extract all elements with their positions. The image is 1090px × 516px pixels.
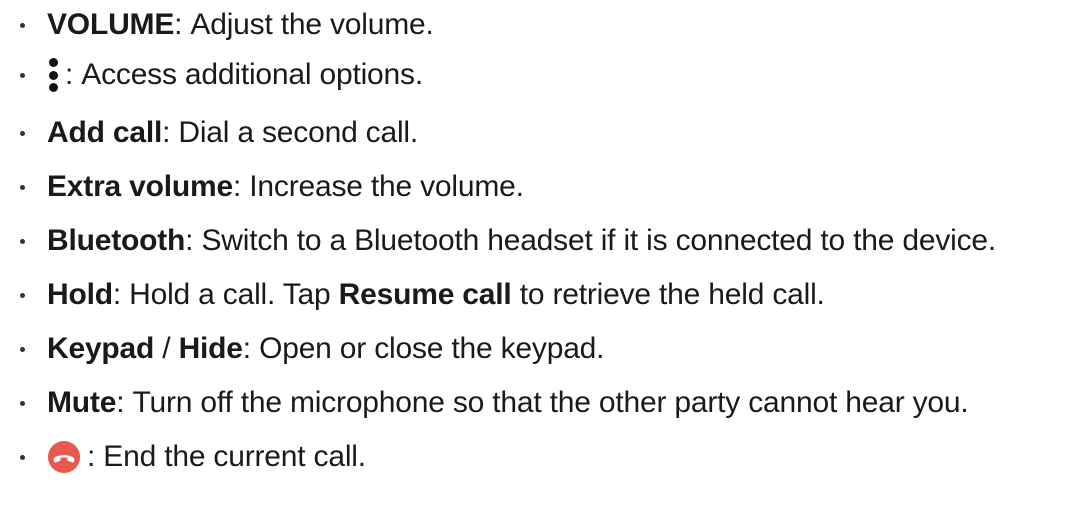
list-item-bluetooth: Bluetooth: Switch to a Bluetooth headset… — [0, 216, 996, 266]
term-label-hide: Hide — [178, 332, 243, 365]
list-item-volume: VOLUME: Adjust the volume. — [0, 0, 434, 50]
term-label: VOLUME — [47, 8, 175, 41]
term-label: Add call — [47, 116, 163, 149]
separator: : — [87, 440, 104, 473]
item-content: Mute: Turn off the microphone so that th… — [47, 386, 969, 420]
separator: : — [162, 116, 179, 149]
term-label: Mute — [47, 386, 117, 419]
description: Adjust the volume. — [190, 8, 434, 41]
description: Hold a call. Tap — [129, 278, 339, 311]
list-item-end-call: : End the current call. — [0, 432, 366, 482]
bullet — [20, 346, 25, 352]
separator: : — [242, 332, 260, 365]
description-continued: to retrieve the held call. — [511, 278, 825, 311]
description: Turn off the microphone so that the othe… — [132, 386, 969, 419]
description: Increase the volume. — [249, 170, 524, 203]
separator: : — [65, 58, 82, 91]
term-label-resume-call: Resume call — [338, 278, 512, 311]
bullet — [20, 22, 25, 28]
term-label: Bluetooth — [47, 224, 186, 257]
term-label: Hold — [47, 278, 113, 311]
description: End the current call. — [103, 440, 366, 473]
list-item-mute: Mute: Turn off the microphone so that th… — [0, 378, 969, 428]
description: Dial a second call. — [178, 116, 419, 149]
item-content: : End the current call. — [47, 440, 366, 474]
end-call-icon — [47, 440, 81, 474]
bullet — [20, 184, 25, 190]
list-item-extra-volume: Extra volume: Increase the volume. — [0, 162, 524, 212]
item-content: : Access additional options. — [47, 58, 423, 92]
bullet — [20, 72, 25, 78]
item-content: Keypad / Hide: Open or close the keypad. — [47, 332, 604, 366]
bullet — [20, 130, 25, 136]
call-options-list: VOLUME: Adjust the volume. : Access addi… — [0, 0, 1090, 516]
description: Open or close the keypad. — [259, 332, 605, 365]
term-label-keypad: Keypad — [47, 332, 155, 365]
list-item-more-options: : Access additional options. — [0, 50, 423, 100]
bullet — [20, 292, 25, 298]
separator: : — [112, 278, 130, 311]
more-options-icon — [47, 58, 59, 92]
slash-separator: / — [154, 332, 179, 365]
term-label: Extra volume — [47, 170, 234, 203]
separator: : — [174, 8, 191, 41]
description: Access additional options. — [81, 58, 423, 91]
separator: : — [185, 224, 202, 257]
bullet — [20, 454, 25, 460]
item-content: Hold: Hold a call. Tap Resume call to re… — [47, 278, 825, 312]
bullet — [20, 400, 25, 406]
list-item-hold: Hold: Hold a call. Tap Resume call to re… — [0, 270, 825, 320]
item-content: Extra volume: Increase the volume. — [47, 170, 524, 204]
description: Switch to a Bluetooth headset if it is c… — [201, 224, 997, 257]
separator: : — [116, 386, 133, 419]
list-item-keypad-hide: Keypad / Hide: Open or close the keypad. — [0, 324, 604, 374]
item-content: Bluetooth: Switch to a Bluetooth headset… — [47, 224, 996, 258]
list-item-add-call: Add call: Dial a second call. — [0, 108, 418, 158]
bullet — [20, 238, 25, 244]
item-content: VOLUME: Adjust the volume. — [47, 8, 434, 42]
item-content: Add call: Dial a second call. — [47, 116, 418, 150]
separator: : — [233, 170, 250, 203]
